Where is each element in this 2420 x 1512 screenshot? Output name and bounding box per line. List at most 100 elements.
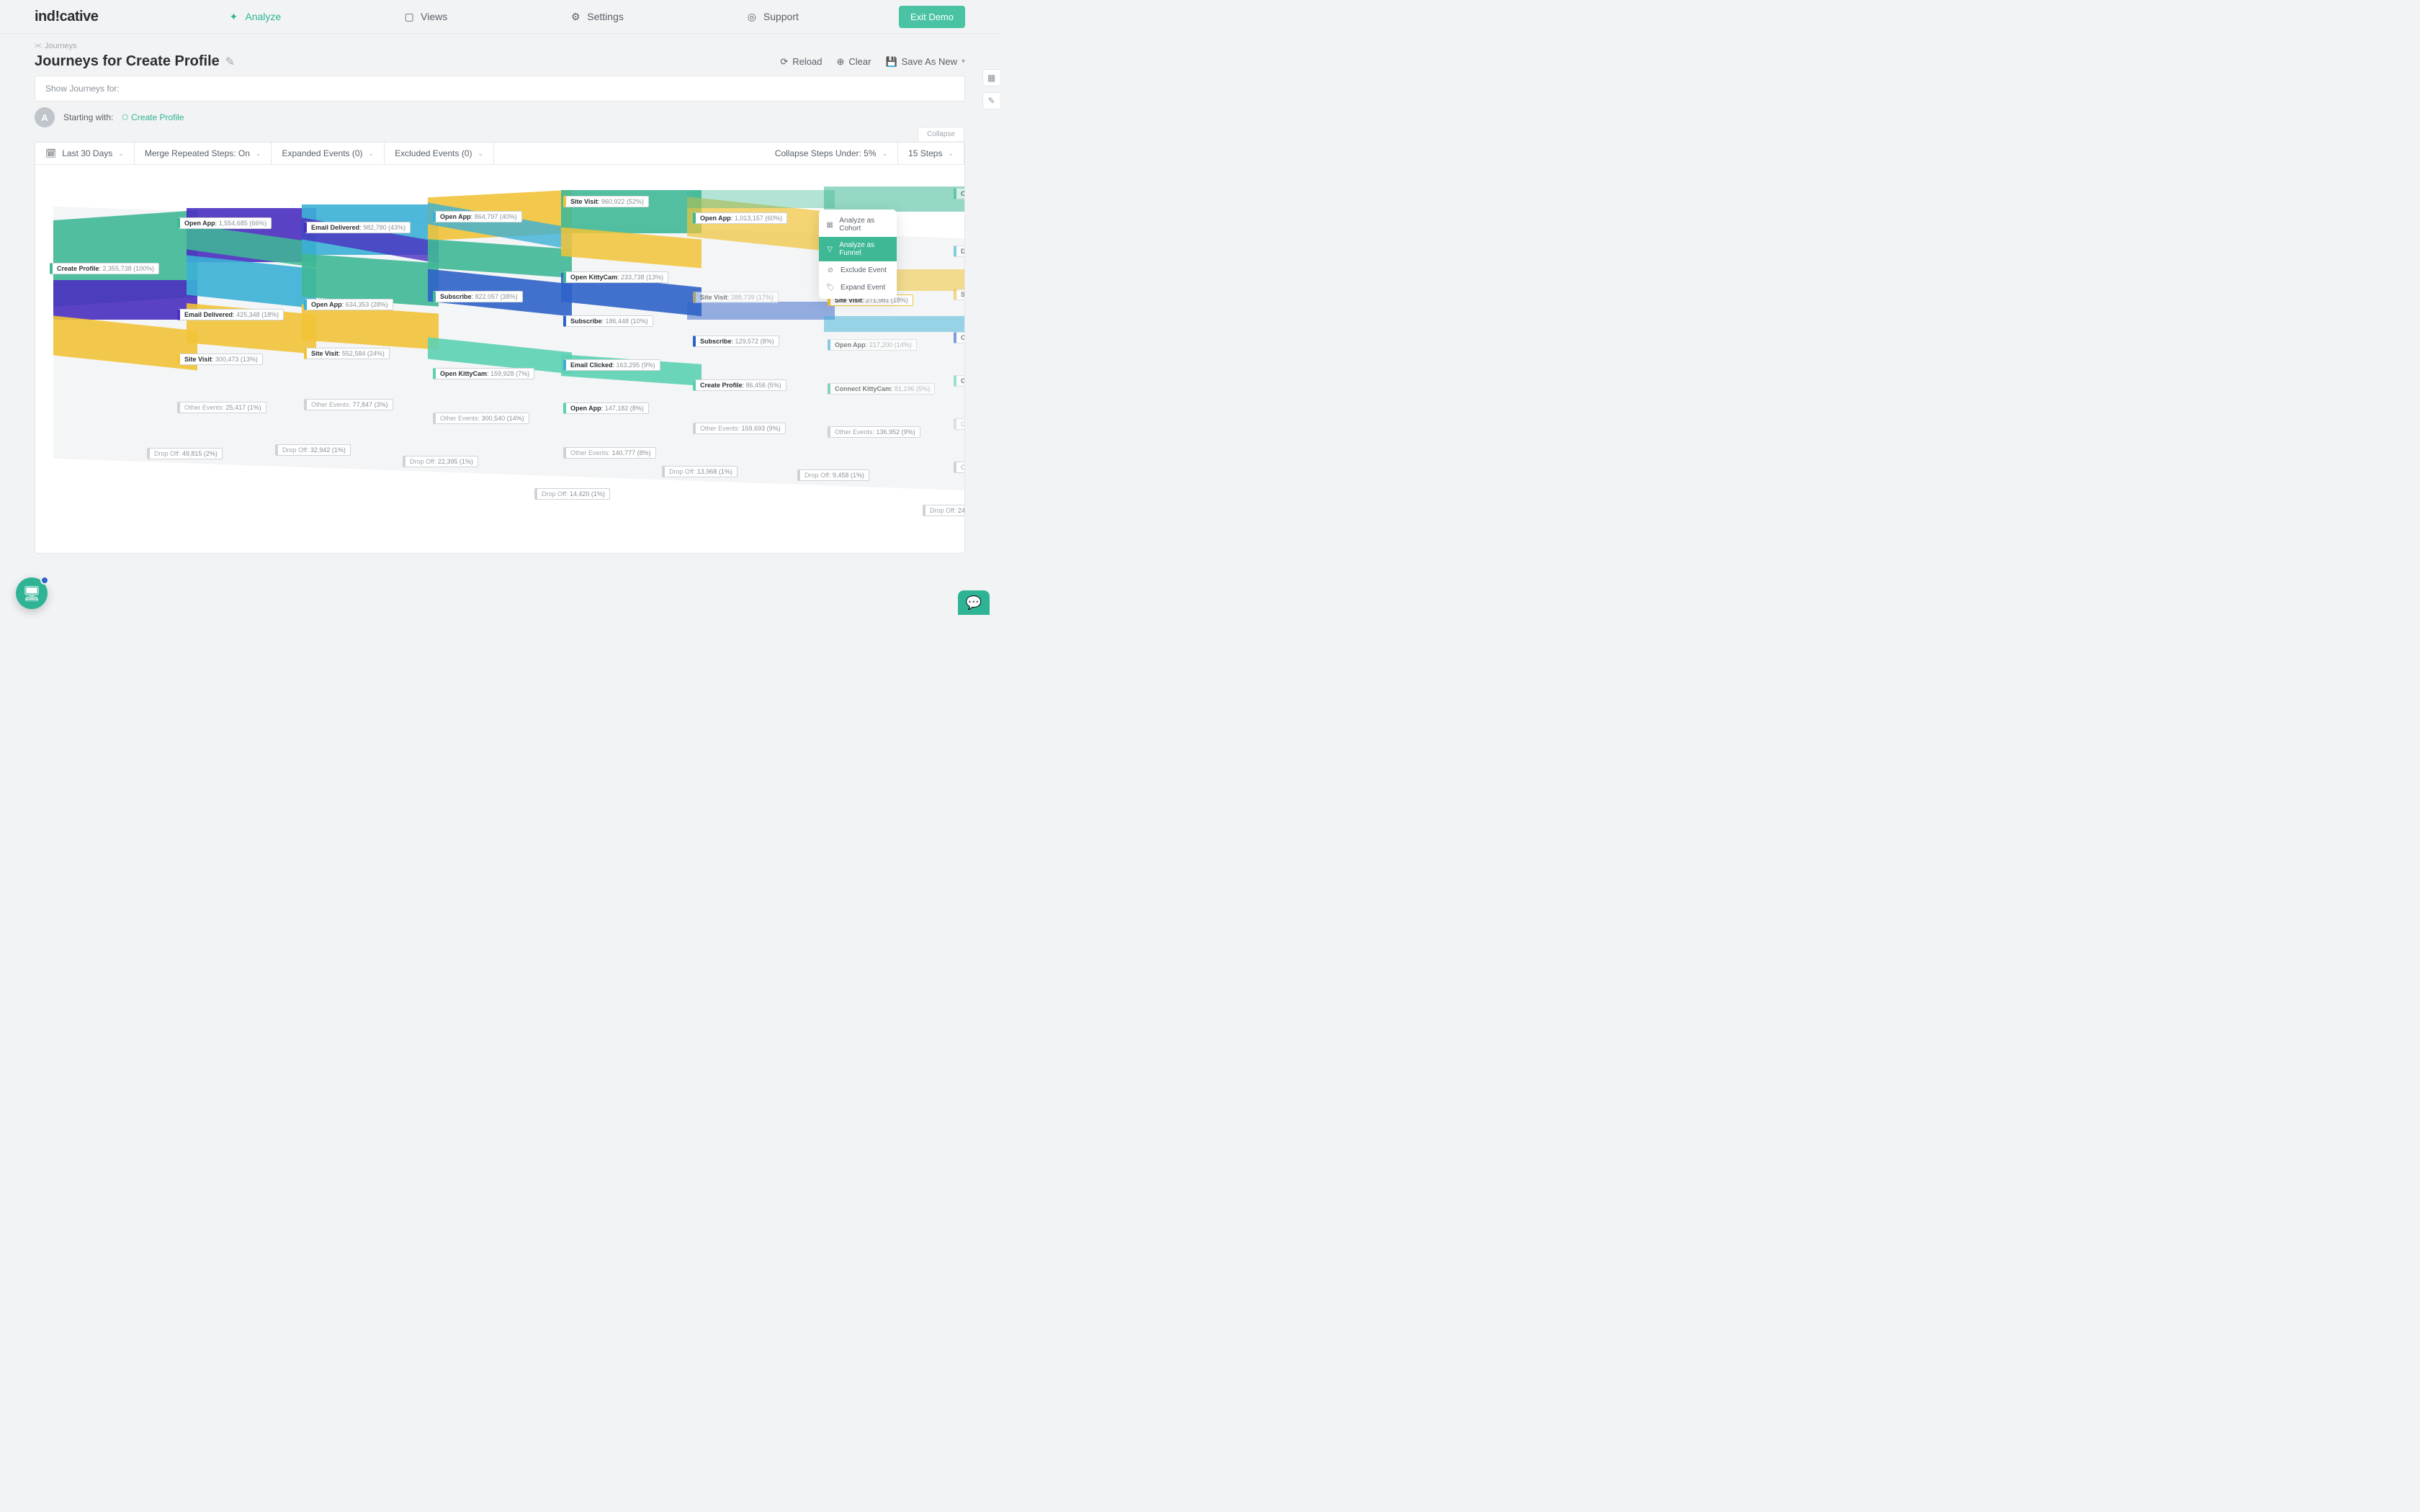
excluded-events-button[interactable]: Excluded Events (0)⌄ bbox=[385, 143, 494, 164]
node-drop-off[interactable]: Drop Off: 14,420 (1%) bbox=[534, 488, 610, 500]
rail-edit-icon[interactable]: ✎ bbox=[982, 92, 1000, 109]
chevron-down-icon: ⌄ bbox=[369, 150, 375, 158]
menu-expand-event[interactable]: 🏷Expand Event bbox=[819, 279, 897, 296]
node-connect-kittycam[interactable]: Connect KittyCam: 81,196 (5%) bbox=[828, 383, 935, 395]
top-nav: ind!cative ✦ Analyze ▢ Views ⚙ Settings … bbox=[0, 0, 1000, 34]
expanded-events-button[interactable]: Expanded Events (0)⌄ bbox=[272, 143, 385, 164]
journey-sankey-canvas[interactable]: Create Profile: 2,355,738 (100%) Open Ap… bbox=[35, 165, 965, 554]
expand-icon: 🏷 bbox=[826, 283, 835, 292]
nav-settings[interactable]: ⚙ Settings bbox=[570, 11, 624, 22]
nav-support[interactable]: ◎ Support bbox=[746, 11, 799, 22]
node-drop-off[interactable]: Drop Off: 49,815 (2%) bbox=[147, 448, 223, 459]
show-journeys-label: Show Journeys for: bbox=[45, 84, 120, 94]
nav-views[interactable]: ▢ Views bbox=[403, 11, 447, 22]
journeys-icon: ⫘ bbox=[35, 41, 42, 50]
node-drop-off[interactable]: Drop Off: 32,942 (1%) bbox=[275, 444, 351, 456]
chevron-down-icon: ⌄ bbox=[882, 150, 888, 158]
node-open-app[interactable]: Open App: 147,182 (8%) bbox=[563, 402, 649, 414]
node-open-app[interactable]: Open App: 217,200 (14%) bbox=[828, 339, 917, 351]
exit-demo-button[interactable]: Exit Demo bbox=[899, 6, 965, 28]
funnel-icon: ▽ bbox=[826, 245, 833, 253]
starting-with-label: Starting with: bbox=[63, 112, 113, 122]
collapse-under-button[interactable]: Collapse Steps Under: 5%⌄ bbox=[765, 143, 898, 164]
help-fab[interactable]: 🖥 bbox=[16, 577, 48, 609]
monitor-icon: 🖥 bbox=[22, 585, 40, 603]
rail-table-icon[interactable]: ▦ bbox=[982, 69, 1000, 86]
node-open-app[interactable]: Open App: 1,554,685 (66%) bbox=[177, 217, 272, 229]
menu-analyze-funnel[interactable]: ▽Analyze as Funnel bbox=[819, 237, 897, 261]
node-email-delivered[interactable]: Email Delivered: 982,780 (43%) bbox=[304, 222, 411, 233]
chevron-down-icon: ⌄ bbox=[118, 150, 124, 158]
node-drop-off[interactable]: Drop Off: 13,968 (1%) bbox=[662, 466, 738, 477]
chevron-down-icon: ⌄ bbox=[948, 150, 954, 158]
reload-icon: ⟳ bbox=[780, 56, 788, 68]
node-connect-kittycam[interactable]: Connect KittyCam bbox=[954, 375, 965, 387]
nav-label: Views bbox=[421, 11, 447, 22]
node-subscribe[interactable]: Subscribe: 129,572 (8%) bbox=[693, 336, 779, 347]
node-open-kittycam[interactable]: Open KittyCam: 159,928 (7%) bbox=[433, 368, 534, 379]
cohort-icon: ▦ bbox=[826, 220, 833, 229]
menu-exclude-event[interactable]: ⊘Exclude Event bbox=[819, 261, 897, 279]
collapse-toggle[interactable]: Collapse bbox=[918, 127, 964, 141]
node-site-visit[interactable]: Site Visit: 552,584 (24%) bbox=[304, 348, 390, 359]
node-other-events[interactable]: Other Events: bbox=[954, 462, 965, 473]
node-subscribe[interactable]: Subscribe: 186,448 (10%) bbox=[563, 315, 653, 327]
node-context-menu: ▦Analyze as Cohort ▽Analyze as Funnel ⊘E… bbox=[819, 210, 897, 299]
node-download-app[interactable]: Download App bbox=[954, 246, 965, 257]
brand-logo: ind!cative bbox=[35, 9, 98, 25]
menu-analyze-cohort[interactable]: ▦Analyze as Cohort bbox=[819, 212, 897, 237]
step-count-button[interactable]: 15 Steps⌄ bbox=[898, 143, 964, 164]
node-other-events[interactable]: Other Events: 25,417 (1%) bbox=[177, 402, 266, 413]
node-create-profile[interactable]: Create Profile: 2,355,738 (100%) bbox=[50, 263, 159, 274]
node-open-app[interactable]: Open App: 864,797 (40%) bbox=[433, 211, 522, 222]
reload-button[interactable]: ⟳Reload bbox=[780, 56, 822, 68]
clear-button[interactable]: ⊕Clear bbox=[836, 56, 871, 68]
save-as-new-button[interactable]: 💾Save As New▾ bbox=[885, 56, 965, 68]
node-open-kittycam[interactable]: Open KittyCam bbox=[954, 332, 965, 343]
nav-analyze[interactable]: ✦ Analyze bbox=[228, 11, 281, 22]
chart-toolbar: Collapse 🗓Last 30 Days⌄ Merge Repeated S… bbox=[35, 142, 965, 165]
node-other-events[interactable]: Other Events: 77,847 (3%) bbox=[304, 399, 393, 410]
analyze-icon: ✦ bbox=[228, 11, 239, 22]
gear-icon: ⚙ bbox=[570, 11, 581, 22]
daterange-button[interactable]: 🗓Last 30 Days⌄ bbox=[35, 143, 135, 164]
node-other-events[interactable]: Other Events: 140,777 (8%) bbox=[563, 447, 656, 459]
node-other-events[interactable]: Other Events: 136,952 (9%) bbox=[828, 426, 920, 438]
chevron-down-icon: ⌄ bbox=[256, 150, 261, 158]
query-panel: Show Journeys for: bbox=[35, 76, 965, 102]
node-open-kittycam[interactable]: Open KittyCam: 233,738 (13%) bbox=[563, 271, 668, 283]
node-site-visit[interactable]: Site Visit: 288,739 (17%) bbox=[693, 292, 779, 303]
bookmark-icon: ▢ bbox=[403, 11, 415, 22]
save-icon: 💾 bbox=[885, 56, 897, 68]
breadcrumb[interactable]: ⫘ Journeys bbox=[35, 41, 965, 50]
node-open-app[interactable]: Open App: 634,353 (28%) bbox=[304, 299, 393, 310]
node-site-visit[interactable]: Site Visit: 300,473 (13%) bbox=[177, 354, 263, 365]
node-open-app[interactable]: Open App: 638 bbox=[954, 188, 965, 199]
node-other-events[interactable]: Other Events: 159,693 (9%) bbox=[693, 423, 786, 434]
chat-fab[interactable]: 💬 bbox=[958, 590, 990, 615]
node-open-app[interactable]: Open App: 1,013,157 (60%) bbox=[693, 212, 787, 224]
node-email-clicked[interactable]: Email Clicked: 163,295 (9%) bbox=[563, 359, 660, 371]
merge-steps-button[interactable]: Merge Repeated Steps: On⌄ bbox=[135, 143, 272, 164]
node-create-profile[interactable]: Create Profile: 86,456 (5%) bbox=[693, 379, 786, 391]
nav-label: Settings bbox=[587, 11, 624, 22]
node-drop-off[interactable]: Drop Off: 22,395 (1%) bbox=[403, 456, 478, 467]
chevron-down-icon: ⌄ bbox=[478, 150, 483, 158]
node-drop-off[interactable]: Drop Off: 9,458 (1%) bbox=[797, 469, 869, 481]
node-drop-off[interactable]: Drop Off: 24,663 (2%) bbox=[923, 505, 965, 516]
edit-title-icon[interactable]: ✎ bbox=[225, 55, 235, 69]
nav-label: Analyze bbox=[245, 11, 281, 22]
node-site-visit[interactable]: Site Visit: 960,922 (52%) bbox=[563, 196, 649, 207]
starting-event-chip[interactable]: Create Profile bbox=[122, 112, 184, 122]
page-title: Journeys for Create Profile bbox=[35, 53, 220, 70]
node-other-events[interactable]: Other Events: 300,540 (14%) bbox=[433, 413, 529, 424]
exclude-icon: ⊘ bbox=[826, 266, 835, 274]
right-rail: ▦ ✎ bbox=[982, 69, 1000, 109]
notification-dot-icon bbox=[40, 576, 49, 585]
calendar-icon: 🗓 bbox=[45, 148, 56, 158]
node-site-visit[interactable]: Site Visit: 135, bbox=[954, 289, 965, 300]
node-subscribe[interactable]: Subscribe: 822,057 (38%) bbox=[433, 291, 523, 302]
node-cancel-subscription[interactable]: Cancel Subscr bbox=[954, 418, 965, 430]
node-email-delivered[interactable]: Email Delivered: 425,348 (18%) bbox=[177, 309, 284, 320]
step-badge-a: A bbox=[35, 107, 55, 127]
